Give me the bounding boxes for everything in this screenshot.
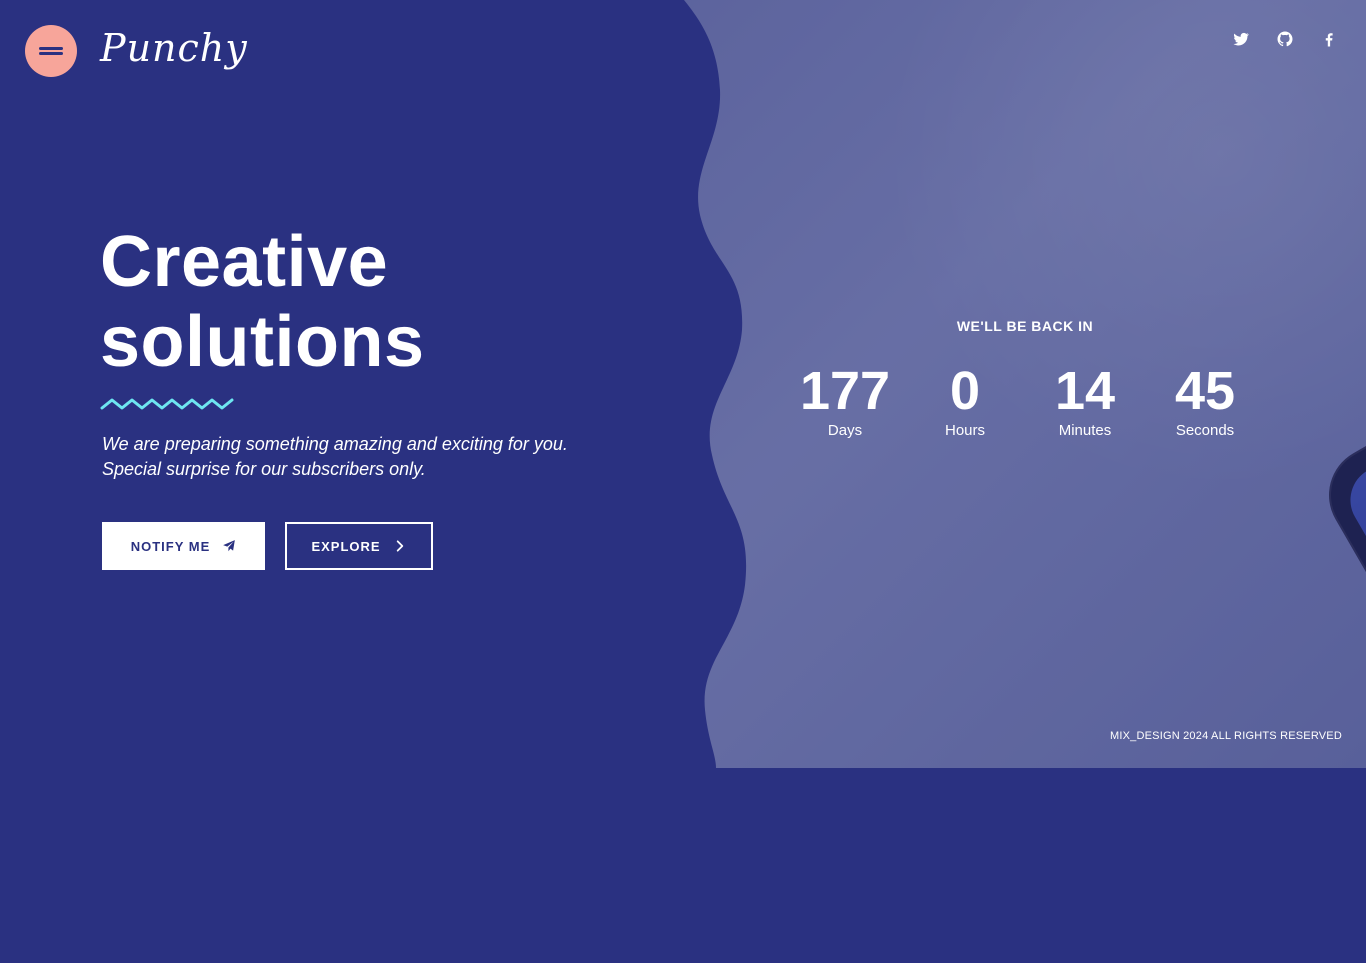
paper-plane-icon [223,540,236,552]
countdown-hours-label: Hours [944,422,985,439]
hero-title-line1: Creative [100,222,389,302]
footer-copyright: MIX_DESIGN 2024 ALL RIGHTS RESERVED [1110,730,1342,742]
countdown-minutes-label: Minutes [1058,422,1112,439]
chevron-right-icon [396,540,403,552]
countdown-seconds-label: Seconds [1175,422,1235,439]
notify-me-label: NOTIFY ME [130,538,211,554]
countdown-timer: 177 Days 0 Hours 14 Minutes 45 Seconds [790,360,1260,439]
menu-button[interactable] [25,25,77,77]
hero-title-line2: solutions [100,302,425,382]
countdown-minutes: 14 Minutes [1030,360,1140,439]
notify-me-button[interactable]: NOTIFY ME [102,522,265,570]
hero-subtitle: We are preparing something amazing and e… [102,434,568,479]
explore-label: EXPLORE [311,538,381,554]
wave-panel [0,0,747,768]
countdown-hours: 0 Hours [910,360,1020,439]
logo[interactable]: Punchy [100,26,248,70]
explore-button[interactable]: EXPLORE [285,522,433,570]
countdown-days-value: 177 [799,361,891,421]
twitter-icon[interactable] [1232,30,1250,48]
squiggle-divider [100,398,234,410]
facebook-icon[interactable] [1320,30,1338,48]
countdown-days: 177 Days [790,360,900,439]
countdown-hours-value: 0 [949,361,981,421]
countdown-seconds: 45 Seconds [1150,360,1260,439]
hamburger-menu-icon [39,45,63,57]
countdown-minutes-value: 14 [1054,361,1116,421]
github-icon[interactable] [1276,30,1294,48]
countdown-heading: WE'LL BE BACK IN [956,318,1094,334]
social-links [1232,30,1338,48]
countdown-seconds-value: 45 [1174,361,1236,421]
countdown-days-label: Days [827,422,863,439]
hero-title: Creative solutions [100,222,425,382]
